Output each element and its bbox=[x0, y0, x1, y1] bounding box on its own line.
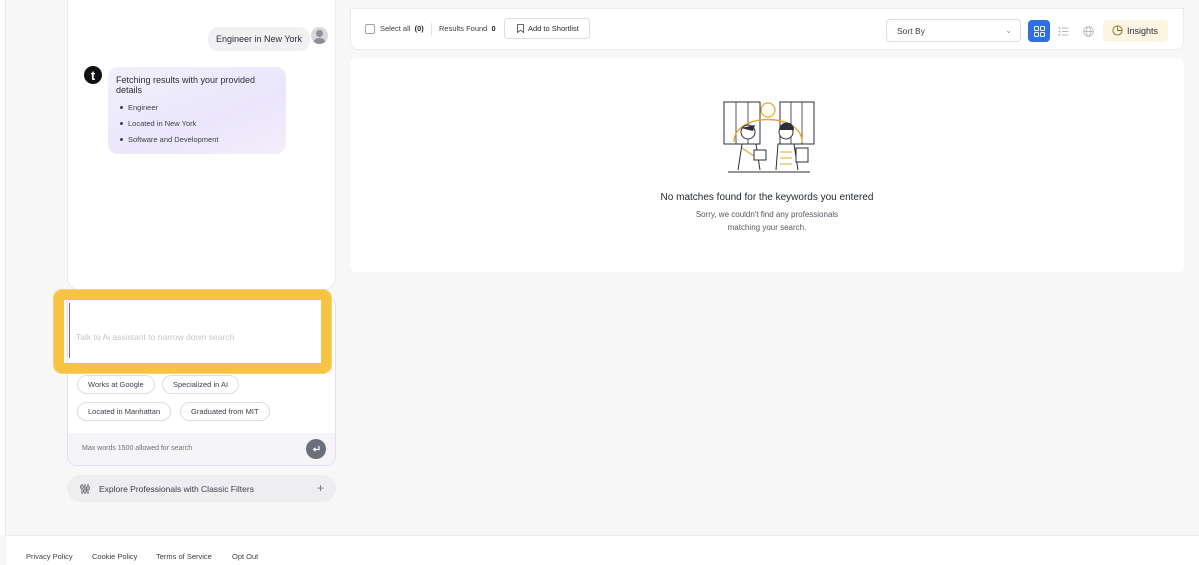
map-view-button[interactable] bbox=[1077, 20, 1099, 42]
chevron-down-icon: ⌄ bbox=[1005, 26, 1012, 35]
bot-message-list: Engineer Located in New York Software an… bbox=[116, 103, 278, 144]
send-button[interactable] bbox=[306, 439, 326, 459]
grid-view-button[interactable] bbox=[1028, 20, 1050, 42]
bot-message-title: Fetching results with your provided deta… bbox=[116, 75, 256, 95]
cookie-policy-link[interactable]: Cookie Policy bbox=[92, 552, 137, 561]
plus-icon: + bbox=[316, 481, 324, 495]
list-item: Software and Development bbox=[116, 135, 278, 144]
max-words-hint: Max words 1500 allowed for search bbox=[82, 445, 193, 452]
suggestion-chip-graduated-from-mit[interactable]: Graduated from MIT bbox=[180, 402, 270, 421]
select-all-checkbox[interactable] bbox=[365, 24, 375, 34]
list-icon bbox=[1058, 26, 1068, 36]
results-toolbar: Select all (0) Results Found 0 Add to Sh… bbox=[350, 8, 1184, 50]
list-item: Engineer bbox=[116, 103, 278, 112]
list-item: Located in New York bbox=[116, 119, 278, 128]
empty-state-line-2: matching your search. bbox=[727, 223, 807, 232]
opt-out-link[interactable]: Opt Out bbox=[232, 552, 258, 561]
results-panel: No matches found for the keywords you en… bbox=[350, 58, 1184, 272]
explore-classic-filters-button[interactable]: Explore Professionals with Classic Filte… bbox=[67, 475, 336, 502]
privacy-policy-link[interactable]: Privacy Policy bbox=[26, 552, 73, 561]
suggestion-chip-located-in-manhattan[interactable]: Located in Manhattan bbox=[77, 402, 172, 421]
explore-label: Explore Professionals with Classic Filte… bbox=[99, 483, 254, 494]
user-message: Engineer in New York bbox=[208, 27, 311, 51]
bot-logo-icon: t bbox=[84, 66, 102, 84]
results-found: Results Found 0 bbox=[439, 24, 496, 33]
terms-of-service-link[interactable]: Terms of Service bbox=[156, 552, 212, 561]
empty-state-message: Sorry, we couldn't find any professional… bbox=[350, 208, 1184, 234]
page-footer: Privacy Policy Cookie Policy Terms of Se… bbox=[6, 535, 1199, 565]
enter-arrow-icon bbox=[312, 446, 320, 452]
focus-highlight bbox=[54, 290, 331, 373]
suggestion-chip-specialized-in-ai[interactable]: Specialized in AI bbox=[162, 375, 240, 394]
empty-state-title: No matches found for the keywords you en… bbox=[660, 192, 874, 203]
select-all-label: Select all (0) bbox=[380, 24, 424, 33]
insights-label: Insights bbox=[1127, 26, 1159, 36]
toolbar-divider bbox=[431, 23, 432, 35]
assistant-input-footer: Max words 1500 allowed for search bbox=[68, 433, 335, 465]
left-rail bbox=[0, 0, 6, 535]
pie-chart-icon bbox=[1112, 25, 1123, 36]
sort-by-label: Sort By bbox=[897, 26, 925, 36]
sliders-icon bbox=[80, 483, 90, 494]
user-avatar bbox=[311, 27, 328, 44]
bot-message: Fetching results with your provided deta… bbox=[108, 67, 286, 154]
suggestion-chip-works-at-google[interactable]: Works at Google bbox=[77, 375, 155, 394]
grid-icon bbox=[1033, 25, 1045, 37]
globe-icon bbox=[1082, 25, 1094, 37]
add-to-shortlist-button[interactable]: Add to Shortlist bbox=[504, 18, 590, 39]
bookmark-icon bbox=[517, 24, 524, 33]
no-results-illustration bbox=[723, 101, 815, 173]
add-to-shortlist-label: Add to Shortlist bbox=[528, 24, 579, 33]
list-view-button[interactable] bbox=[1052, 20, 1074, 42]
chat-panel: Engineer in New York t Fetching results … bbox=[67, 0, 336, 290]
empty-state-line-1: Sorry, we couldn't find any professional… bbox=[695, 210, 839, 219]
sort-by-select[interactable]: Sort By ⌄ bbox=[886, 19, 1021, 42]
insights-button[interactable]: Insights bbox=[1103, 20, 1169, 42]
